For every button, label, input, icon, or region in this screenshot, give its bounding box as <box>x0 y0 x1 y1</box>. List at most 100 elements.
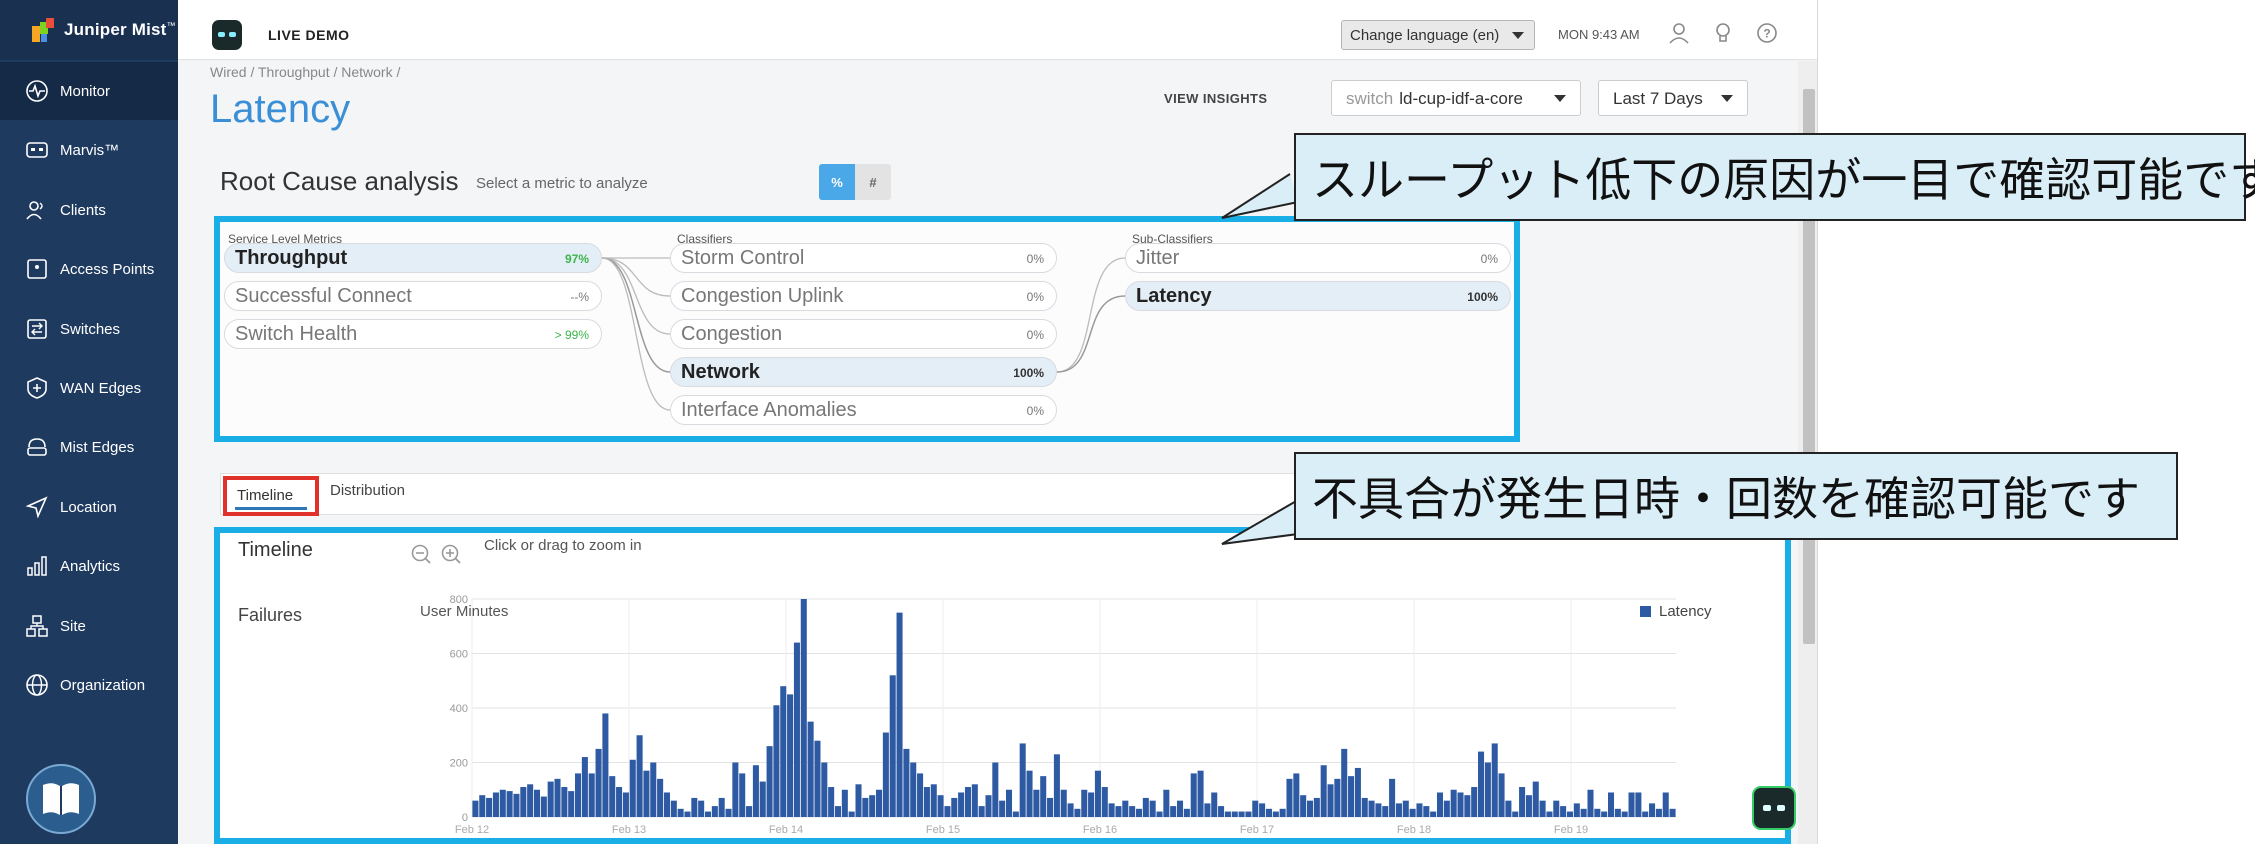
latency-bar[interactable] <box>834 806 842 817</box>
latency-bar[interactable] <box>1430 811 1437 817</box>
count-toggle-button[interactable]: # <box>855 164 891 200</box>
latency-bar[interactable] <box>780 686 787 817</box>
latency-bar[interactable] <box>1115 806 1122 817</box>
latency-bar[interactable] <box>568 791 575 817</box>
latency-bar[interactable] <box>1546 811 1553 817</box>
latency-bar[interactable] <box>1231 811 1238 817</box>
latency-bar[interactable] <box>923 787 930 817</box>
latency-bar[interactable] <box>1245 811 1252 817</box>
slm-switch-health[interactable]: Switch Health > 99% <box>224 319 602 349</box>
latency-bar[interactable] <box>670 800 677 817</box>
latency-bar[interactable] <box>1142 797 1149 817</box>
latency-bar[interactable] <box>848 811 855 817</box>
sidebar-item-site[interactable]: Site <box>0 597 178 655</box>
latency-bar[interactable] <box>930 784 937 817</box>
latency-bar[interactable] <box>588 773 595 817</box>
latency-bar[interactable] <box>472 800 479 817</box>
latency-bar[interactable] <box>1635 792 1642 817</box>
latency-bar[interactable] <box>1101 787 1108 817</box>
latency-bar[interactable] <box>1238 811 1245 817</box>
latency-bar[interactable] <box>561 787 568 817</box>
latency-bar[interactable] <box>1505 800 1512 817</box>
sidebar-item-marvis[interactable]: Marvis™ <box>0 121 178 179</box>
latency-bar[interactable] <box>1218 806 1225 817</box>
latency-bar[interactable] <box>1662 792 1669 817</box>
latency-bar[interactable] <box>896 612 903 818</box>
latency-bar[interactable] <box>1519 787 1526 817</box>
latency-bar[interactable] <box>540 796 547 817</box>
documentation-book-button[interactable] <box>26 764 96 834</box>
latency-bar[interactable] <box>1012 811 1019 817</box>
latency-bar[interactable] <box>1443 800 1450 817</box>
latency-bar[interactable] <box>793 642 800 817</box>
latency-bar[interactable] <box>1334 778 1341 817</box>
latency-bar[interactable] <box>1149 800 1156 817</box>
latency-bar[interactable] <box>1402 800 1409 817</box>
latency-bar[interactable] <box>1211 792 1218 817</box>
view-insights-link[interactable]: VIEW INSIGHTS <box>1164 91 1267 106</box>
latency-bar[interactable] <box>951 797 958 817</box>
latency-bar[interactable] <box>937 795 944 817</box>
latency-bar[interactable] <box>944 806 951 817</box>
latency-bar[interactable] <box>978 806 985 817</box>
latency-bar[interactable] <box>1033 789 1040 817</box>
marvis-assistant-button[interactable] <box>1752 786 1796 830</box>
latency-bar[interactable] <box>1587 789 1594 817</box>
latency-bar[interactable] <box>1628 792 1635 817</box>
latency-bar[interactable] <box>1177 800 1184 817</box>
latency-bar[interactable] <box>520 787 527 817</box>
latency-bar[interactable] <box>1573 803 1580 818</box>
language-select[interactable]: Change language (en) <box>1341 20 1535 50</box>
latency-bar[interactable] <box>1471 787 1478 817</box>
latency-bar[interactable] <box>1580 808 1587 817</box>
latency-bar[interactable] <box>1361 797 1368 817</box>
latency-bar[interactable] <box>1642 811 1649 817</box>
latency-bar[interactable] <box>752 765 759 817</box>
latency-bar[interactable] <box>629 759 636 817</box>
latency-bar[interactable] <box>1081 789 1088 817</box>
latency-bar[interactable] <box>1382 806 1389 817</box>
latency-bar[interactable] <box>1129 806 1136 817</box>
latency-bar[interactable] <box>1265 808 1272 817</box>
classifier-storm-control[interactable]: Storm Control 0% <box>670 243 1057 273</box>
sidebar-item-location[interactable]: Location <box>0 478 178 536</box>
latency-bar[interactable] <box>1313 797 1320 817</box>
latency-bar[interactable] <box>862 797 869 817</box>
latency-bar[interactable] <box>855 784 862 817</box>
latency-bar[interactable] <box>1135 808 1143 817</box>
latency-bar[interactable] <box>1252 800 1259 817</box>
latency-bar[interactable] <box>1067 803 1074 818</box>
latency-bar-chart[interactable]: 0 200 400 600 800 Feb 12 Feb 13 Feb 14 Feb 15 Feb… <box>220 533 1785 838</box>
latency-bar[interactable] <box>684 811 691 817</box>
latency-bar[interactable] <box>616 787 623 817</box>
sidebar-item-analytics[interactable]: Analytics <box>0 537 178 595</box>
latency-bar[interactable] <box>985 795 992 817</box>
latency-bar[interactable] <box>1614 808 1621 817</box>
latency-bar[interactable] <box>725 808 732 817</box>
latency-bar[interactable] <box>882 732 889 817</box>
latency-bar[interactable] <box>1621 811 1628 817</box>
latency-bar[interactable] <box>1553 800 1560 817</box>
latency-bar[interactable] <box>1341 748 1348 818</box>
latency-bar[interactable] <box>636 735 643 817</box>
breadcrumb[interactable]: Wired / Throughput / Network / <box>210 64 400 80</box>
latency-bar[interactable] <box>759 781 766 817</box>
latency-bar[interactable] <box>1300 795 1307 817</box>
slm-throughput[interactable]: Throughput 97% <box>224 243 602 273</box>
latency-bar[interactable] <box>1655 808 1662 817</box>
latency-bar[interactable] <box>643 770 650 817</box>
latency-bar[interactable] <box>828 787 835 817</box>
latency-bar[interactable] <box>746 806 753 817</box>
latency-bar[interactable] <box>1005 789 1013 817</box>
latency-bar[interactable] <box>1306 800 1314 817</box>
sidebar-item-monitor[interactable]: Monitor <box>0 62 178 120</box>
tab-distribution[interactable]: Distribution <box>330 482 405 499</box>
latency-bar[interactable] <box>1204 803 1211 818</box>
latency-bar[interactable] <box>869 795 876 817</box>
latency-bar[interactable] <box>1320 765 1327 817</box>
latency-bar[interactable] <box>1060 789 1067 817</box>
latency-bar[interactable] <box>766 746 773 817</box>
classifier-congestion-uplink[interactable]: Congestion Uplink 0% <box>670 281 1057 311</box>
latency-bar[interactable] <box>499 789 506 817</box>
latency-bar[interactable] <box>1389 778 1396 817</box>
